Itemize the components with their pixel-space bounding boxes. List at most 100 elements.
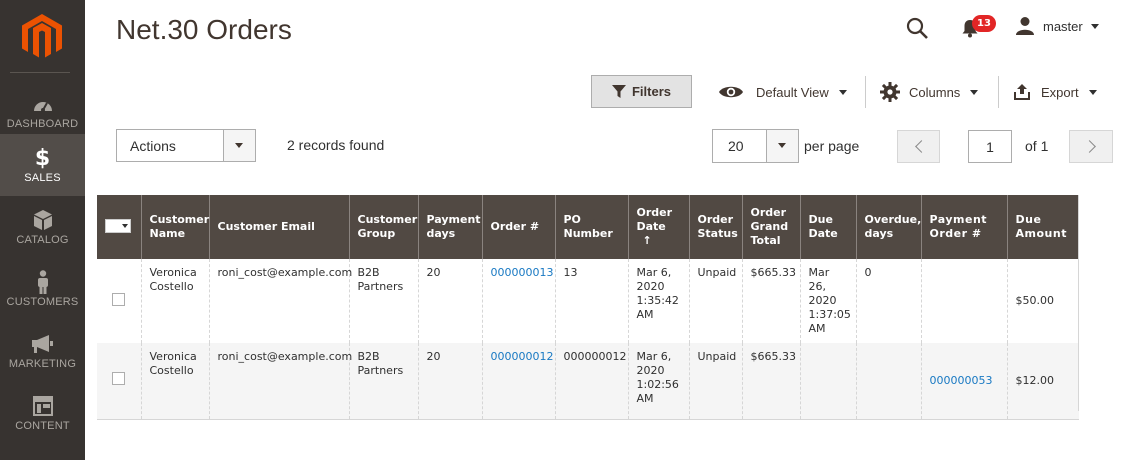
order-link[interactable]: 000000012 — [491, 350, 554, 363]
cell-order-status: Unpaid — [688, 343, 742, 420]
eye-icon — [719, 86, 743, 98]
per-page-value: 20 — [728, 138, 744, 154]
cell-customer-name: Veronica Costello — [140, 259, 209, 343]
column-header-overdue-days[interactable]: Overdue, days — [855, 195, 921, 259]
cell-grand-total: $665.33 — [741, 259, 800, 343]
cell-order-date: Mar 6, 2020 1:35:42 AM — [627, 259, 689, 343]
actions-dropdown[interactable]: Actions — [116, 129, 256, 162]
actions-label: Actions — [130, 138, 176, 154]
magento-logo-icon[interactable] — [22, 14, 62, 60]
row-select-cell[interactable] — [97, 343, 141, 420]
page-number-input[interactable] — [968, 130, 1012, 163]
column-header-order-status[interactable]: Order Status — [688, 195, 742, 259]
actions-dropdown-toggle[interactable] — [223, 130, 255, 161]
column-header-payment-days[interactable]: Payment days — [417, 195, 482, 259]
chevron-down-icon — [122, 223, 128, 228]
per-page-label: per page — [804, 138, 860, 154]
column-header-grand-total[interactable]: Order Grand Total — [741, 195, 800, 259]
columns-label: Columns — [909, 84, 961, 100]
gear-icon — [880, 82, 900, 102]
filters-label: Filters — [631, 84, 671, 99]
row-checkbox[interactable] — [112, 292, 126, 306]
column-header-customer-name[interactable]: Customer Name — [140, 195, 209, 259]
grid-border — [1078, 195, 1079, 411]
cell-due-amount: $12.00 — [1006, 343, 1079, 420]
column-header-po-number[interactable]: PO Number — [554, 195, 628, 259]
table-row[interactable]: Veronica Costello roni_cost@example.com … — [97, 343, 1079, 420]
chevron-left-icon — [915, 140, 928, 153]
default-view-dropdown[interactable]: Default View — [718, 78, 847, 106]
chevron-down-icon — [1088, 89, 1097, 95]
sidebar-item-label: SALES — [24, 172, 61, 184]
next-page-button[interactable] — [1069, 130, 1113, 163]
layout-icon — [0, 394, 85, 418]
order-link[interactable]: 000000013 — [491, 266, 554, 279]
admin-page: DASHBOARD $ SALES CATALOG CUSTOMERS MARK… — [0, 0, 1130, 460]
user-menu-name[interactable]: master — [1043, 19, 1083, 34]
row-select-cell[interactable] — [97, 259, 141, 343]
toolbar-divider — [998, 76, 999, 108]
export-dropdown[interactable]: Export — [1013, 78, 1097, 106]
sidebar-item-sales[interactable]: $ SALES — [0, 134, 85, 196]
cell-order-date: Mar 6, 2020 1:02:56 AM — [627, 343, 689, 420]
per-page-dropdown[interactable]: 20 — [712, 129, 799, 163]
sidebar-item-customers[interactable]: CUSTOMERS — [0, 258, 85, 320]
sidebar-item-label: CATALOG — [16, 234, 69, 246]
cell-payment-order — [920, 259, 1007, 343]
cell-payment-days: 20 — [417, 343, 482, 420]
previous-page-button[interactable] — [897, 130, 940, 163]
export-label: Export — [1041, 84, 1079, 100]
toolbar-divider — [865, 76, 866, 108]
megaphone-icon — [0, 332, 85, 356]
column-header-order-date[interactable]: Order Date↑ — [627, 195, 689, 259]
column-header-customer-email[interactable]: Customer Email — [208, 195, 349, 259]
cell-order-number: 000000013 — [481, 259, 555, 343]
columns-dropdown[interactable]: Columns — [880, 78, 979, 106]
per-page-toggle[interactable] — [766, 130, 798, 162]
dashboard-icon — [0, 92, 85, 116]
mass-select-checkbox[interactable] — [105, 218, 131, 233]
chevron-down-icon — [838, 89, 847, 95]
mass-select-header[interactable] — [97, 195, 141, 259]
order-date-header-label: Order Date — [636, 206, 673, 233]
filter-icon — [611, 85, 626, 98]
cell-due-date: Mar 26, 2020 1:37:05 AM — [799, 259, 856, 343]
chevron-down-icon — [235, 143, 243, 148]
admin-sidebar: DASHBOARD $ SALES CATALOG CUSTOMERS MARK… — [0, 0, 85, 460]
notifications-badge[interactable]: 13 — [972, 15, 996, 32]
payment-order-link[interactable]: 000000053 — [930, 374, 993, 387]
column-header-payment-order[interactable]: Payment Order # — [920, 195, 1007, 259]
cell-due-amount: $50.00 — [1006, 259, 1079, 343]
sidebar-item-label: MARKETING — [8, 358, 77, 370]
sidebar-item-label: DASHBOARD — [6, 118, 79, 130]
table-row[interactable]: Veronica Costello roni_cost@example.com … — [97, 259, 1079, 343]
person-icon — [0, 270, 85, 294]
cell-grand-total: $665.33 — [741, 343, 800, 420]
column-header-due-amount[interactable]: Due Amount — [1006, 195, 1079, 259]
cube-icon — [0, 208, 85, 232]
page-total: of 1 — [1025, 138, 1049, 154]
cell-overdue-days — [855, 343, 921, 420]
column-header-customer-group[interactable]: Customer Group — [348, 195, 418, 259]
grid-header-row: Customer Name Customer Email Customer Gr… — [97, 195, 1079, 259]
cell-due-date — [799, 343, 856, 420]
sort-ascending-icon: ↑ — [642, 234, 652, 247]
search-icon[interactable] — [905, 16, 929, 40]
cell-order-number: 000000012 — [481, 343, 555, 420]
cell-customer-group: B2B Partners — [348, 259, 418, 343]
sidebar-item-content[interactable]: CONTENT — [0, 382, 85, 444]
sidebar-item-dashboard[interactable]: DASHBOARD — [0, 80, 85, 142]
user-icon[interactable] — [1015, 16, 1035, 36]
filters-button[interactable]: Filters — [591, 75, 692, 108]
chevron-down-icon — [778, 143, 786, 148]
cell-customer-name: Veronica Costello — [140, 343, 209, 420]
sidebar-divider — [10, 72, 70, 73]
cell-po-number: 000000012 — [554, 343, 628, 420]
row-checkbox[interactable] — [112, 372, 126, 386]
sidebar-item-marketing[interactable]: MARKETING — [0, 320, 85, 382]
cell-customer-email: roni_cost@example.com — [208, 343, 352, 420]
chevron-down-icon[interactable] — [1091, 24, 1099, 29]
sidebar-item-catalog[interactable]: CATALOG — [0, 196, 85, 258]
column-header-order-number[interactable]: Order # — [481, 195, 555, 259]
column-header-due-date[interactable]: Due Date — [799, 195, 856, 259]
